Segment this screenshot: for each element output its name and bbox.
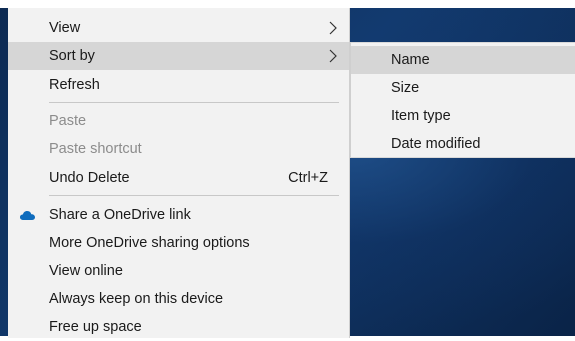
menu-item-sort-by[interactable]: Sort by [8, 42, 349, 70]
menu-separator [49, 195, 339, 196]
menu-item-label: Free up space [49, 319, 142, 335]
menu-item-label: View online [49, 263, 123, 279]
onedrive-cloud-icon [20, 211, 35, 220]
menu-item-label: Always keep on this device [49, 291, 224, 307]
submenu-item-label: Name [391, 52, 430, 68]
menu-item-label: Paste shortcut [49, 141, 142, 157]
menu-item-more-onedrive-sharing-options[interactable]: More OneDrive sharing options [8, 229, 349, 257]
menu-item-refresh[interactable]: Refresh [8, 71, 349, 99]
menu-item-undo-delete[interactable]: Undo Delete Ctrl+Z [8, 164, 349, 192]
menu-item-label: More OneDrive sharing options [49, 235, 250, 251]
desktop-top-border [0, 0, 575, 8]
menu-item-free-up-space[interactable]: Free up space [8, 313, 349, 341]
menu-item-view[interactable]: View [8, 14, 349, 42]
menu-item-shortcut: Ctrl+Z [288, 170, 328, 186]
menu-item-label: View [49, 20, 81, 36]
submenu-item-label: Size [391, 80, 420, 96]
menu-item-label: Undo Delete [49, 170, 130, 186]
menu-item-paste-shortcut: Paste shortcut [8, 135, 349, 163]
menu-item-label: Refresh [49, 77, 100, 93]
menu-item-label: Sort by [49, 48, 95, 64]
submenu-item-date-modified[interactable]: Date modified [351, 130, 575, 158]
chevron-right-icon [329, 49, 337, 63]
menu-item-label: Paste [49, 113, 87, 129]
sort-by-submenu: Name Size Item type Date modified [350, 42, 575, 158]
submenu-item-label: Item type [391, 108, 451, 124]
submenu-item-size[interactable]: Size [351, 74, 575, 102]
desktop-context-menu: View Sort by Refresh Paste Paste shortcu… [8, 8, 350, 338]
submenu-item-name[interactable]: Name [351, 46, 575, 74]
menu-item-label: Share a OneDrive link [49, 207, 191, 223]
menu-item-always-keep-on-device[interactable]: Always keep on this device [8, 285, 349, 313]
menu-separator [49, 102, 339, 103]
submenu-item-label: Date modified [391, 136, 481, 152]
chevron-right-icon [329, 21, 337, 35]
submenu-item-item-type[interactable]: Item type [351, 102, 575, 130]
menu-item-paste: Paste [8, 107, 349, 135]
menu-item-share-onedrive-link[interactable]: Share a OneDrive link [8, 201, 349, 229]
menu-item-view-online[interactable]: View online [8, 257, 349, 285]
